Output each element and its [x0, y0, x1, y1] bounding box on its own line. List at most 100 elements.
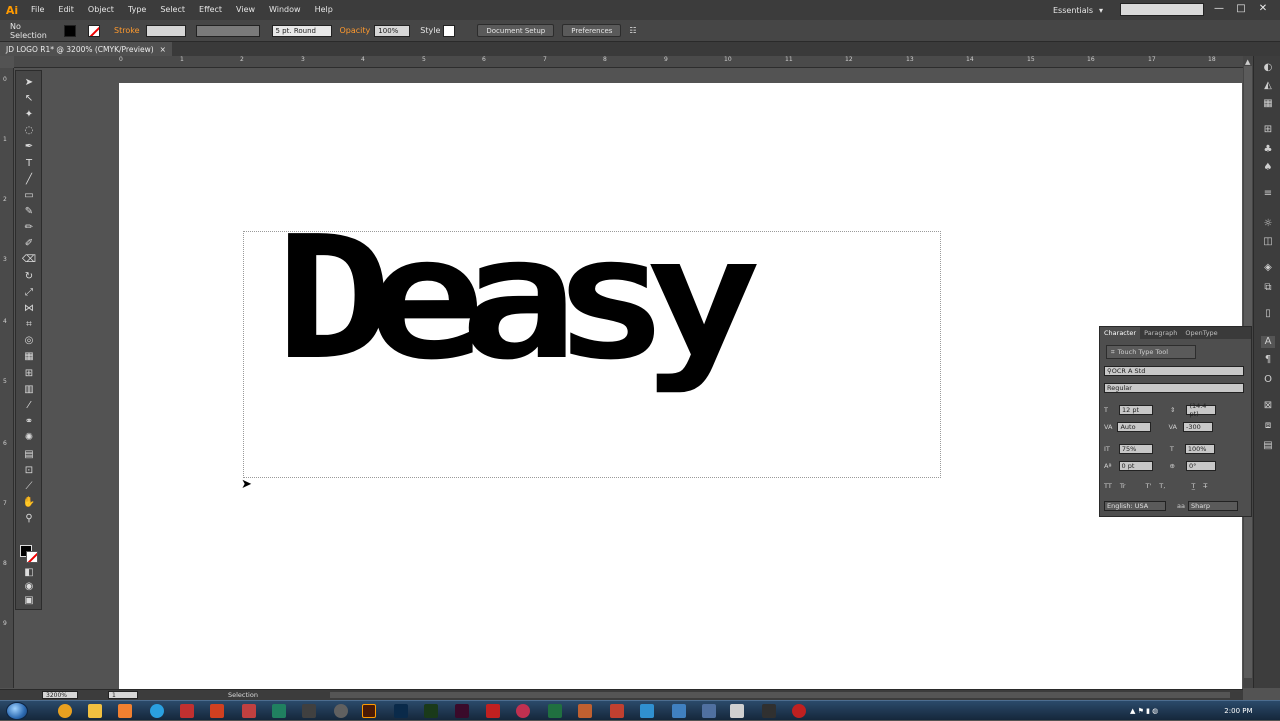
- maximize-button[interactable]: □: [1234, 2, 1248, 16]
- column-graph-tool-icon[interactable]: ▤: [20, 447, 38, 461]
- hand-tool-icon[interactable]: ✋: [20, 495, 38, 509]
- character-panel-icon[interactable]: A: [1261, 336, 1275, 348]
- layers-panel-icon[interactable]: ◫: [1261, 236, 1275, 248]
- antialias-select[interactable]: Sharp: [1187, 501, 1238, 511]
- symbol-sprayer-tool-icon[interactable]: ✺: [20, 430, 38, 444]
- transparency-panel-icon[interactable]: ▯: [1261, 308, 1275, 320]
- variable-width-profile[interactable]: [195, 24, 260, 37]
- zoom-tool-icon[interactable]: ⚲: [20, 511, 38, 525]
- app-icon[interactable]: [302, 704, 316, 718]
- pencil-tool-icon[interactable]: ✏: [20, 220, 38, 234]
- indesign-icon[interactable]: [455, 704, 469, 718]
- vertical-ruler[interactable]: 0 1 2 3 4 5 6 7 8 9: [0, 68, 14, 688]
- free-transform-tool-icon[interactable]: ⌗: [20, 317, 38, 331]
- subscript-icon[interactable]: T,: [1159, 482, 1165, 490]
- dropbox-icon[interactable]: [640, 704, 654, 718]
- powerpoint-icon[interactable]: [610, 704, 624, 718]
- folder-icon[interactable]: [88, 704, 102, 718]
- type-tool-icon[interactable]: T: [20, 156, 38, 170]
- font-size-field[interactable]: 12 pt: [1118, 405, 1153, 415]
- stroke-weight-field[interactable]: [145, 24, 186, 37]
- strikethrough-icon[interactable]: T̶: [1203, 482, 1207, 490]
- excel-icon[interactable]: [548, 704, 562, 718]
- all-caps-icon[interactable]: TT: [1104, 482, 1112, 490]
- menu-type[interactable]: Type: [121, 0, 153, 20]
- line-tool-icon[interactable]: ╱: [20, 172, 38, 186]
- underline-icon[interactable]: T̲: [1191, 482, 1195, 490]
- photoshop-icon[interactable]: [394, 704, 408, 718]
- tab-character[interactable]: Character: [1100, 327, 1141, 339]
- opacity-label[interactable]: Opacity: [340, 24, 371, 37]
- eraser-tool-icon[interactable]: ⌫: [20, 252, 38, 266]
- rectangle-tool-icon[interactable]: ▭: [20, 188, 38, 202]
- language-select[interactable]: English: USA: [1104, 501, 1166, 511]
- dreamweaver-icon[interactable]: [424, 704, 438, 718]
- app-icon[interactable]: [334, 704, 348, 718]
- minimize-button[interactable]: —: [1212, 2, 1226, 16]
- menu-help[interactable]: Help: [308, 0, 340, 20]
- menu-object[interactable]: Object: [81, 0, 121, 20]
- pen-tool-icon[interactable]: ✒: [20, 139, 38, 153]
- superscript-icon[interactable]: T': [1146, 482, 1152, 490]
- links-panel-icon[interactable]: ▤: [1261, 440, 1275, 452]
- menu-edit[interactable]: Edit: [51, 0, 81, 20]
- app-icon[interactable]: [242, 704, 256, 718]
- graphic-styles-icon[interactable]: ♠: [1261, 162, 1275, 174]
- transform-panel-icon[interactable]: ⧉: [1261, 282, 1275, 294]
- magic-wand-tool-icon[interactable]: ✦: [20, 107, 38, 121]
- eyedropper-tool-icon[interactable]: ⁄: [20, 398, 38, 412]
- rotation-field[interactable]: 0°: [1185, 461, 1216, 471]
- paintbrush-tool-icon[interactable]: ✎: [20, 204, 38, 218]
- workspace-switcher[interactable]: Essentials ▾: [1053, 4, 1109, 16]
- small-caps-icon[interactable]: Tr: [1120, 482, 1126, 490]
- document-setup-button[interactable]: Document Setup: [477, 24, 555, 37]
- zoom-field[interactable]: 3200%: [42, 691, 78, 699]
- scroll-up-icon[interactable]: ▲: [1245, 58, 1250, 66]
- stroke-label[interactable]: Stroke: [114, 24, 140, 37]
- menu-file[interactable]: File: [24, 0, 51, 20]
- illustrator-icon[interactable]: [362, 704, 376, 718]
- selection-tool-icon[interactable]: ➤: [20, 75, 38, 89]
- app-icon[interactable]: [578, 704, 592, 718]
- blend-tool-icon[interactable]: ⚭: [20, 414, 38, 428]
- gradient-tool-icon[interactable]: ▥: [20, 382, 38, 396]
- logo-text[interactable]: Deasy: [275, 214, 762, 384]
- horizontal-scrollbar[interactable]: [330, 692, 1230, 698]
- chrome-icon[interactable]: [58, 704, 72, 718]
- color-mode-icon[interactable]: ◧: [20, 565, 38, 579]
- vertical-scale-field[interactable]: 75%: [1118, 444, 1153, 454]
- app-icon[interactable]: [730, 704, 744, 718]
- baseline-shift-field[interactable]: 0 pt: [1118, 461, 1153, 471]
- menu-select[interactable]: Select: [153, 0, 192, 20]
- search-input[interactable]: [1120, 3, 1204, 16]
- screen-mode-icon[interactable]: ▣: [20, 593, 38, 607]
- opacity-field[interactable]: 100%: [374, 24, 411, 37]
- artboard-tool-icon[interactable]: ⊡: [20, 463, 38, 477]
- tracking-field[interactable]: -300: [1182, 422, 1213, 432]
- slice-tool-icon[interactable]: ⟋: [20, 479, 38, 493]
- swatches-panel-icon[interactable]: ▦: [1261, 98, 1275, 110]
- width-tool-icon[interactable]: ⋈: [20, 301, 38, 315]
- fill-swatch[interactable]: [64, 24, 76, 37]
- align-panel-icon[interactable]: ⊠: [1261, 400, 1275, 412]
- lasso-tool-icon[interactable]: ◌: [20, 123, 38, 137]
- close-button[interactable]: ✕: [1256, 2, 1270, 16]
- app-icon[interactable]: [516, 704, 530, 718]
- appearance-panel-icon[interactable]: ☼: [1261, 218, 1275, 230]
- tray-icons[interactable]: ▲ ⚑ ▮ ◍: [1130, 707, 1158, 715]
- direct-selection-tool-icon[interactable]: ↖: [20, 91, 38, 105]
- app-icon[interactable]: [792, 704, 806, 718]
- tab-paragraph[interactable]: Paragraph: [1140, 329, 1181, 337]
- draw-mode-icon[interactable]: ◉: [20, 579, 38, 593]
- acrobat-icon[interactable]: [210, 704, 224, 718]
- menu-effect[interactable]: Effect: [192, 0, 229, 20]
- app-icon[interactable]: [702, 704, 716, 718]
- app-icon[interactable]: [118, 704, 132, 718]
- app-icon[interactable]: [272, 704, 286, 718]
- stroke-color-icon[interactable]: [26, 551, 38, 563]
- color-panel-icon[interactable]: ◐: [1261, 62, 1275, 74]
- opentype-panel-icon[interactable]: O: [1261, 374, 1275, 386]
- stroke-panel-icon[interactable]: ≡: [1261, 188, 1275, 200]
- tab-opentype[interactable]: OpenType: [1181, 329, 1221, 337]
- preferences-button[interactable]: Preferences: [562, 24, 622, 37]
